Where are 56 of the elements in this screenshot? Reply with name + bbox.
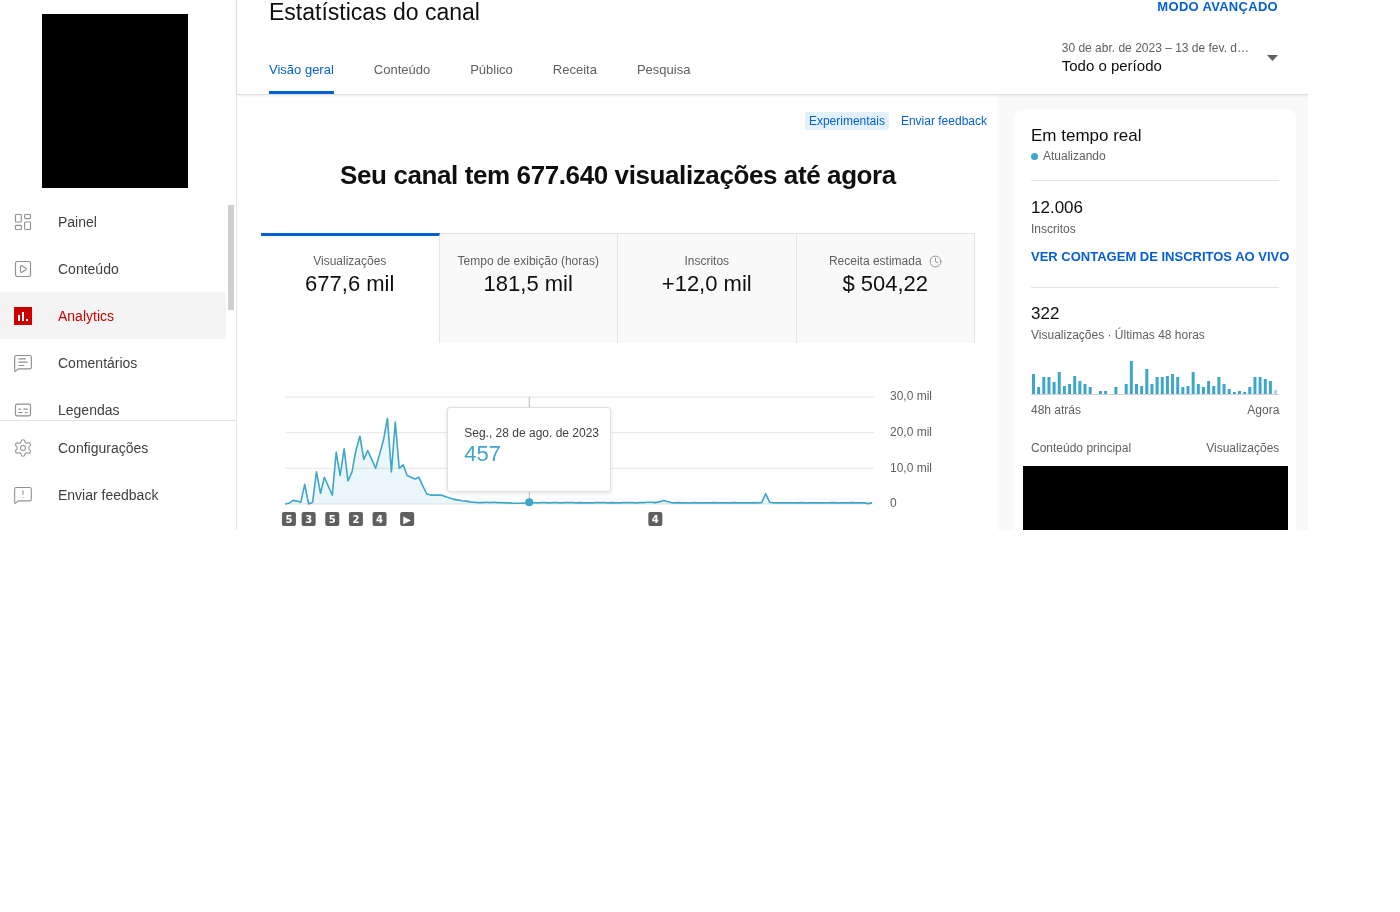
axis-label: 20,0 mil (890, 424, 933, 439)
axis-label: 10,0 mil (890, 460, 933, 475)
sidebar-item[interactable]: Painel (0, 198, 226, 245)
tab[interactable]: Pesquisa (636, 62, 691, 94)
feedback-link[interactable]: Enviar feedback (900, 112, 987, 130)
metric-tab[interactable]: Visualizações 677,6 mil (261, 233, 440, 343)
hover-dot-icon (525, 498, 534, 507)
sidebar-item[interactable]: Conteúdo (0, 245, 226, 292)
sidebar-item[interactable]: Configurações (0, 424, 226, 471)
video-marker[interactable]: ▶ (400, 512, 415, 526)
stat-value: 12.006 (1031, 198, 1084, 218)
card-title: Em tempo real (1031, 126, 1143, 146)
video-marker[interactable]: 5 (281, 512, 296, 526)
exclamation-bubble-icon (13, 484, 33, 505)
sidebar-item[interactable]: Analytics (0, 292, 226, 339)
speech-bubble-icon (13, 352, 33, 373)
metric-tab[interactable]: Inscritos +12,0 mil (618, 233, 797, 343)
axis-label: 30,0 mil (890, 389, 933, 404)
column-heading: Conteúdo principal (1031, 440, 1132, 456)
clock-icon (928, 254, 942, 268)
video-marker[interactable]: 5 (325, 512, 340, 526)
metric-tab[interactable]: Receita estimada $ 504,22 (796, 233, 975, 343)
stat-label: Visualizações · Últimas 48 horas (1031, 327, 1206, 343)
status-text: Atualizando (1043, 148, 1106, 164)
caret-icon (1267, 55, 1278, 61)
settings-icon (13, 437, 33, 458)
tab[interactable]: Conteúdo (373, 62, 431, 94)
sidebar-item[interactable]: Enviar feedback (0, 471, 226, 518)
axis-label: 0 (890, 496, 897, 511)
video-marker[interactable]: 2 (348, 512, 363, 526)
stat-value: 322 (1031, 304, 1061, 324)
grid-icon (13, 211, 33, 232)
advanced-mode-button[interactable]: MODO AVANÇADO (1157, 0, 1278, 14)
tab[interactable]: Receita (552, 62, 597, 94)
sidebar-item[interactable]: Comentários (0, 339, 226, 386)
status-dot-icon (1031, 152, 1038, 160)
axis-label: 48h atrás (1031, 402, 1082, 418)
page-title: Estatísticas do canal (269, 0, 480, 25)
tooltip-date: Seg., 28 de ago. de 2023 (464, 425, 600, 441)
axis-label: Agora (1247, 402, 1280, 418)
live-count-link[interactable]: VER CONTAGEM DE INSCRITOS AO VIVO (1031, 249, 1290, 265)
video-marker[interactable]: 3 (301, 512, 316, 526)
video-marker[interactable]: 4 (648, 512, 663, 526)
headline: Seu canal tem 677.640 visualizações até agora (339, 159, 898, 191)
experimental-badge: Experimentais (804, 112, 889, 130)
metric-tab[interactable]: Tempo de exibição (horas) 181,5 mil (439, 233, 618, 343)
scrollbar-thumb[interactable] (228, 205, 234, 310)
play-square-icon (13, 258, 33, 279)
date-range-dropdown[interactable]: 30 de abr. de 2023 – 13 de fev. d… Todo o período (1061, 40, 1278, 76)
stat-label: Inscritos (1031, 221, 1077, 237)
tab[interactable]: Público (470, 62, 513, 94)
video-marker[interactable]: 4 (372, 512, 387, 526)
tooltip-value: 457 (464, 441, 501, 467)
column-heading: Visualizações (1206, 440, 1280, 456)
bar-chart-icon (14, 306, 32, 325)
sidebar-item[interactable]: Legendas (0, 386, 226, 420)
